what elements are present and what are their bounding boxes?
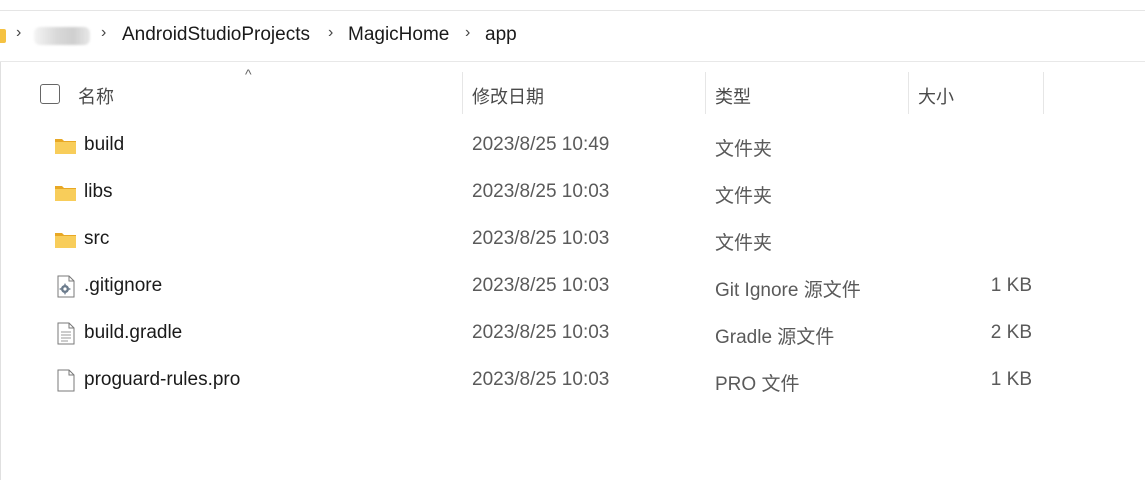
file-size: 2 KB <box>990 322 1032 343</box>
file-modified: 2023/8/25 10:03 <box>472 322 610 343</box>
address-bar[interactable]: › › AndroidStudioProjects › MagicHome › … <box>0 11 1145 61</box>
address-divider <box>0 61 1145 62</box>
folder-icon <box>55 233 76 248</box>
file-type: Git Ignore 源文件 <box>715 280 861 301</box>
column-size[interactable]: 大小 <box>918 83 954 109</box>
file-modified: 2023/8/25 10:49 <box>472 134 610 155</box>
file-name: build <box>84 134 125 155</box>
chevron-right-icon[interactable]: › <box>16 24 21 42</box>
file-row[interactable]: src 2023/8/25 10:03 文件夹 <box>0 216 1145 263</box>
file-type: 文件夹 <box>715 233 773 254</box>
chevron-right-icon[interactable]: › <box>101 24 106 42</box>
file-name: proguard-rules.pro <box>84 369 241 390</box>
column-modified[interactable]: 修改日期 <box>472 83 544 109</box>
column-divider[interactable] <box>462 72 463 114</box>
file-row[interactable]: libs 2023/8/25 10:03 文件夹 <box>0 169 1145 216</box>
chevron-right-icon[interactable]: › <box>465 24 470 42</box>
column-divider[interactable] <box>908 72 909 114</box>
file-type: Gradle 源文件 <box>715 327 835 348</box>
chevron-right-icon[interactable]: › <box>328 24 333 42</box>
file-name: libs <box>84 181 113 202</box>
breadcrumb-androidstudioprojects[interactable]: AndroidStudioProjects <box>122 24 310 46</box>
file-name: build.gradle <box>84 322 183 343</box>
folder-icon <box>55 139 76 154</box>
file-type: PRO 文件 <box>715 374 800 395</box>
file-modified: 2023/8/25 10:03 <box>472 181 610 202</box>
file-row[interactable]: proguard-rules.pro 2023/8/25 10:03 PRO 文… <box>0 357 1145 404</box>
select-all-checkbox[interactable] <box>40 84 60 104</box>
sort-ascending-icon: ^ <box>245 66 252 82</box>
file-modified: 2023/8/25 10:03 <box>472 275 610 296</box>
column-divider[interactable] <box>705 72 706 114</box>
file-size: 1 KB <box>990 369 1032 390</box>
folder-icon <box>0 29 6 43</box>
column-header: ^ 名称 修改日期 类型 大小 <box>0 66 1145 116</box>
file-modified: 2023/8/25 10:03 <box>472 369 610 390</box>
breadcrumb-magichome[interactable]: MagicHome <box>348 24 449 46</box>
folder-icon <box>55 186 76 201</box>
file-name: .gitignore <box>84 275 163 296</box>
text-file-icon <box>57 322 75 345</box>
file-explorer-window: › › AndroidStudioProjects › MagicHome › … <box>0 0 1145 480</box>
file-type: 文件夹 <box>715 139 773 160</box>
file-row[interactable]: build 2023/8/25 10:49 文件夹 <box>0 122 1145 169</box>
column-name[interactable]: 名称 <box>78 83 114 109</box>
file-modified: 2023/8/25 10:03 <box>472 228 610 249</box>
file-size: 1 KB <box>990 275 1032 296</box>
blank-file-icon <box>57 369 75 392</box>
file-row[interactable]: build.gradle 2023/8/25 10:03 Gradle 源文件 … <box>0 310 1145 357</box>
column-type[interactable]: 类型 <box>715 83 751 109</box>
file-row[interactable]: .gitignore 2023/8/25 10:03 Git Ignore 源文… <box>0 263 1145 310</box>
column-divider[interactable] <box>1043 72 1044 114</box>
file-type: 文件夹 <box>715 186 773 207</box>
breadcrumb-app[interactable]: app <box>485 24 517 46</box>
blurred-crumb[interactable] <box>34 27 90 45</box>
gear-file-icon <box>57 275 75 298</box>
file-name: src <box>84 228 110 249</box>
